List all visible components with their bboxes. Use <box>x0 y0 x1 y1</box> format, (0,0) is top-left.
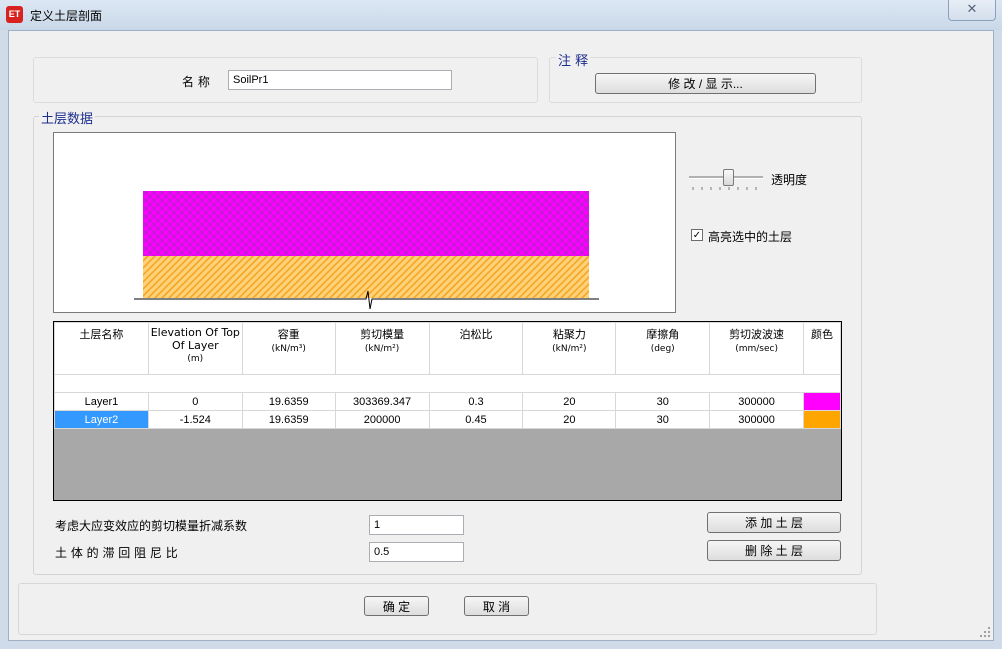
column-header-label: 剪切模量 <box>360 328 405 341</box>
table-cell[interactable]: 300000 <box>709 392 805 411</box>
layer2-region <box>143 256 589 298</box>
damping-ratio-input[interactable] <box>369 542 464 562</box>
action-panel <box>18 583 877 635</box>
table-cell[interactable]: 20 <box>522 392 617 411</box>
column-header-unit: (kN/m³) <box>271 344 306 354</box>
column-header-unit: (deg) <box>650 344 675 354</box>
column-header-unit: (kN/m²) <box>364 344 400 354</box>
column-header-label: 容重 <box>277 328 300 341</box>
delete-layer-button[interactable]: 删 除 土 层 <box>707 540 841 561</box>
name-input[interactable] <box>228 70 452 90</box>
highlight-label: 高亮选中的土层 <box>708 230 793 244</box>
table-header-row: 土层名称 Elevation Of Top Of Layer (m) 容重 (kN/m³… <box>54 322 841 375</box>
table-cell[interactable]: 19.6359 <box>241 410 336 429</box>
column-header: 土层名称 <box>54 322 149 375</box>
column-header: Elevation Of Top Of Layer (m) <box>147 322 243 375</box>
table-cell[interactable]: 200000 <box>334 410 430 429</box>
layer1-region <box>143 191 589 256</box>
soil-profile-drawing <box>134 191 599 310</box>
column-header-label: 剪切波波速 <box>729 328 785 341</box>
table-cell[interactable]: 30 <box>615 410 711 429</box>
soil-layer-table: 土层名称 Elevation Of Top Of Layer (m) 容重 (kN/m³… <box>54 322 841 429</box>
damping-ratio-label: 土 体 的 滞 回 阻 尼 比 <box>55 546 178 560</box>
table-spacer-row <box>54 374 841 393</box>
notes-legend: 注 释 <box>556 50 591 69</box>
table-cell[interactable]: 0 <box>147 392 243 411</box>
reduction-factor-input[interactable] <box>369 515 464 535</box>
soil-data-legend: 土层数据 <box>39 108 96 127</box>
table-cell[interactable]: 30 <box>615 392 711 411</box>
column-header: 摩擦角 (deg) <box>615 322 711 375</box>
ok-button[interactable]: 确 定 <box>364 596 429 616</box>
close-icon[interactable]: ✕ <box>948 0 996 21</box>
column-header-label: 泊松比 <box>459 328 493 341</box>
cancel-button[interactable]: 取 消 <box>464 596 529 616</box>
table-row[interactable]: Layer2 -1.524 19.6359 200000 0.45 20 30 300000 <box>54 410 841 429</box>
column-header: 颜色 <box>803 322 841 375</box>
name-label: 名 称 <box>182 75 210 89</box>
column-header: 剪切波波速 (mm/sec) <box>709 322 805 375</box>
spacer-cell <box>54 374 841 393</box>
column-header-label: 粘聚力 <box>552 328 586 341</box>
column-header-unit: (m) <box>187 354 204 364</box>
app-logo-icon: ET <box>6 6 23 23</box>
title-bar: ET 定义土层剖面 ✕ <box>0 0 1002 30</box>
reduction-factor-label: 考虑大应变效应的剪切模量折减系数 <box>55 519 248 533</box>
column-header-label: 摩擦角 <box>646 328 680 341</box>
transparency-label: 透明度 <box>771 173 808 187</box>
name-panel: 名 称 <box>33 57 538 103</box>
resize-grip-icon[interactable] <box>979 626 991 638</box>
column-header: 容重 (kN/m³) <box>241 322 336 375</box>
table-row[interactable]: Layer1 0 19.6359 303369.347 0.3 20 30 300000 <box>54 392 841 411</box>
column-header-unit: (mm/sec) <box>735 344 778 354</box>
layer-color-swatch[interactable] <box>803 392 841 411</box>
column-header-label: 颜色 <box>811 328 833 341</box>
dialog-body: 名 称 注 释 修 改 / 显 示... 土层数据 <box>8 30 994 641</box>
layer-color-swatch[interactable] <box>803 410 841 429</box>
notes-panel: 注 释 修 改 / 显 示... <box>549 50 862 103</box>
table-cell[interactable]: Layer2 <box>54 410 149 429</box>
table-cell[interactable]: Layer1 <box>54 392 149 411</box>
slider-ticks <box>692 187 757 190</box>
add-layer-button[interactable]: 添 加 土 层 <box>707 512 841 533</box>
highlight-checkbox[interactable]: ✓ <box>691 229 703 241</box>
window-title: 定义土层剖面 <box>30 9 103 23</box>
check-mark-icon: ✓ <box>692 230 702 241</box>
column-header-label: 土层名称 <box>79 328 124 341</box>
table-cell[interactable]: -1.524 <box>147 410 243 429</box>
column-header-unit: (kN/m²) <box>552 344 587 354</box>
slider-thumb[interactable] <box>723 169 734 186</box>
modify-show-notes-button[interactable]: 修 改 / 显 示... <box>595 73 816 94</box>
column-header: 粘聚力 (kN/m²) <box>522 322 617 375</box>
table-cell[interactable]: 20 <box>522 410 617 429</box>
column-header: 剪切模量 (kN/m²) <box>334 322 430 375</box>
soil-profile-preview <box>53 132 676 313</box>
soil-layer-grid: 土层名称 Elevation Of Top Of Layer (m) 容重 (kN/m³… <box>53 321 842 501</box>
column-header-label: Elevation Of Top Of Layer <box>150 326 240 352</box>
table-cell[interactable]: 19.6359 <box>241 392 336 411</box>
table-cell[interactable]: 0.3 <box>428 392 524 411</box>
table-cell[interactable]: 300000 <box>709 410 805 429</box>
transparency-slider[interactable] <box>689 169 766 197</box>
column-header: 泊松比 <box>428 322 524 375</box>
table-cell[interactable]: 0.45 <box>428 410 524 429</box>
table-cell[interactable]: 303369.347 <box>334 392 430 411</box>
